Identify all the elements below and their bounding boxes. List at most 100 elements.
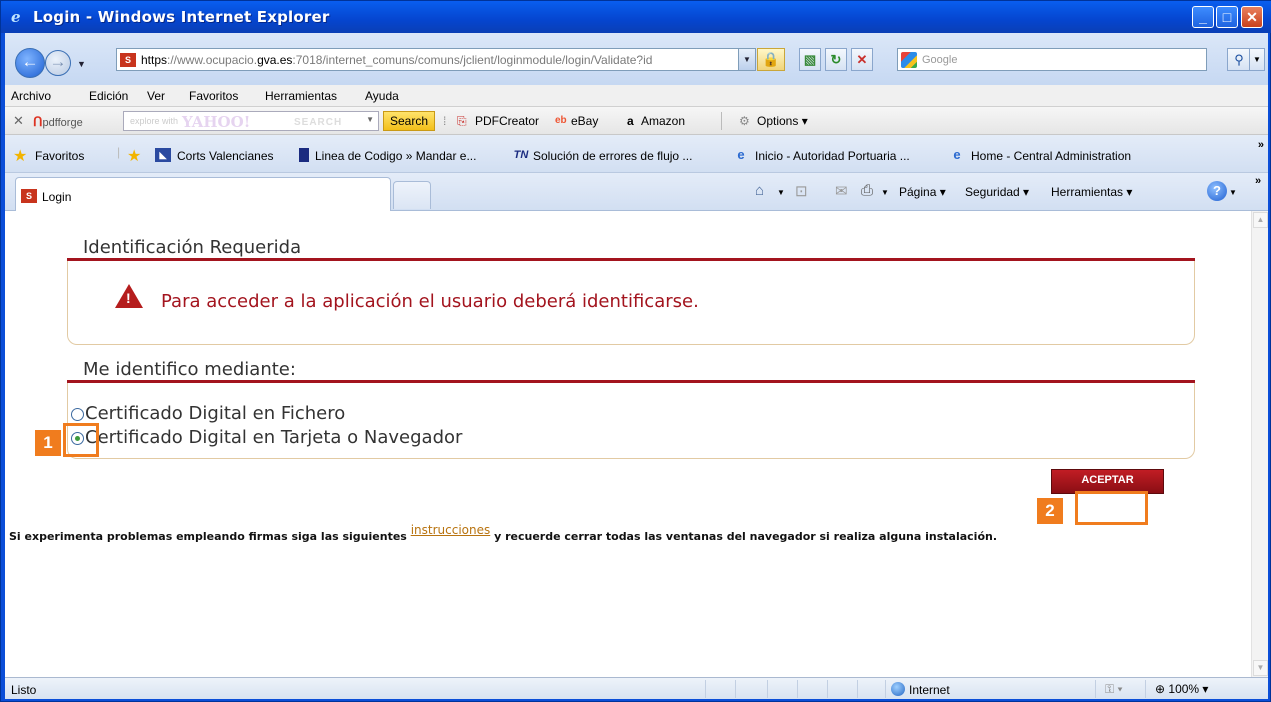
favorite-link-linea[interactable]: Linea de Codigo » Mandar e... (315, 149, 476, 163)
url-text[interactable]: https://www.ocupacio.gva.es:7018/interne… (141, 53, 652, 67)
status-divider (1145, 680, 1146, 698)
identification-title: Identificación Requerida (83, 237, 302, 258)
print-dropdown-icon[interactable]: ▼ (881, 188, 889, 197)
forward-button[interactable]: → (45, 50, 71, 76)
scroll-down-icon[interactable]: ▼ (1253, 660, 1268, 676)
favorite-link-corts[interactable]: Corts Valencianes (177, 149, 274, 163)
google-icon (901, 52, 917, 68)
title-bar: e Login - Windows Internet Explorer _ □ … (1, 1, 1271, 33)
status-divider (857, 680, 858, 698)
help-icon[interactable]: ? (1207, 181, 1227, 201)
mail-icon[interactable]: ✉ (835, 182, 848, 200)
home-dropdown-icon[interactable]: ▼ (777, 188, 785, 197)
minimize-button[interactable]: _ (1192, 6, 1214, 28)
status-divider (1095, 680, 1096, 698)
gear-icon: ⚙ (739, 114, 750, 128)
lock-icon[interactable]: 🔒 (757, 48, 785, 71)
menu-ver[interactable]: Ver (147, 89, 165, 103)
zoom-control[interactable]: ⊕ 100% ▾ (1155, 682, 1208, 696)
more-favorites-icon[interactable]: » (1258, 139, 1264, 151)
tab-favicon-icon: S (21, 189, 37, 203)
ie-page-icon: e (953, 147, 961, 162)
favorite-link-solucion[interactable]: Solución de errores de flujo ... (533, 149, 692, 163)
option-certificado-fichero-label[interactable]: Certificado Digital en Fichero (85, 403, 345, 424)
status-divider (767, 680, 768, 698)
menu-archivo[interactable]: Archivo (11, 89, 51, 103)
menu-favoritos[interactable]: Favoritos (189, 89, 238, 103)
status-divider (705, 680, 706, 698)
favorites-button[interactable]: Favoritos (35, 149, 84, 163)
menu-herramientas[interactable]: Herramientas (265, 89, 337, 103)
favorite-link-inicio[interactable]: Inicio - Autoridad Portuaria ... (755, 149, 910, 163)
page-content: Identificación Requerida ! Para acceder … (5, 211, 1268, 677)
scroll-up-icon[interactable]: ▲ (1253, 212, 1268, 228)
toolbar-grip-icon: ⁞ (443, 114, 447, 128)
linea-icon (299, 148, 309, 162)
instructions-link[interactable]: instrucciones (411, 523, 491, 537)
status-divider (735, 680, 736, 698)
page-menu[interactable]: Página ▾ (899, 185, 946, 199)
pdfcreator-button[interactable]: PDFCreator (475, 114, 539, 128)
back-button[interactable]: ← (15, 48, 45, 78)
yahoo-search-button[interactable]: Search (383, 111, 435, 131)
search-options-icon[interactable]: ▼ (1249, 48, 1265, 71)
chevron-down-icon[interactable]: ▼ (366, 115, 374, 124)
pdfforge-logo[interactable]: ᑎpdfforge (33, 114, 83, 130)
yahoo-logo: YAHOO! (182, 113, 251, 131)
favorite-link-home[interactable]: Home - Central Administration (971, 149, 1131, 163)
close-toolbar-icon[interactable]: ✕ (13, 113, 24, 129)
history-dropdown-icon[interactable]: ▼ (77, 59, 87, 69)
tab-login[interactable]: S Login (15, 177, 391, 211)
menu-bar: Archivo Edición Ver Favoritos Herramient… (5, 85, 1268, 107)
print-icon[interactable]: ⎙ (861, 182, 873, 199)
maximize-button[interactable]: □ (1216, 6, 1238, 28)
status-divider (885, 680, 886, 698)
address-bar[interactable]: S https://www.ocupacio.gva.es:7018/inter… (116, 48, 756, 71)
refresh-icon[interactable]: ↻ (825, 48, 847, 71)
feeds-icon[interactable]: ⊡ (795, 182, 808, 200)
compatibility-view-icon[interactable]: ▧ (799, 48, 821, 71)
menu-edicion[interactable]: Edición (89, 89, 128, 103)
tools-menu[interactable]: Herramientas ▾ (1051, 185, 1132, 199)
corts-icon: ◣ (155, 148, 171, 162)
step-2-badge: 2 (1037, 498, 1063, 524)
ebay-icon: eb (555, 115, 567, 126)
status-text: Listo (11, 683, 37, 697)
favorites-star-icon[interactable]: ★ (13, 146, 27, 166)
options-button[interactable]: Options ▾ (757, 114, 808, 128)
site-favicon-icon: S (120, 53, 136, 67)
warning-icon: ! (115, 284, 143, 308)
vertical-scrollbar[interactable]: ▲ ▼ (1251, 211, 1268, 677)
help-dropdown-icon[interactable]: ▼ (1229, 188, 1237, 197)
amazon-button[interactable]: Amazon (641, 114, 685, 128)
pdf-icon: ⎘ (457, 114, 467, 128)
menu-ayuda[interactable]: Ayuda (365, 89, 399, 103)
more-commands-icon[interactable]: » (1255, 175, 1261, 187)
navigation-bar: ← → ▼ S https://www.ocupacio.gva.es:7018… (5, 33, 1268, 85)
protected-mode-icon[interactable]: ⚿ ▾ (1105, 682, 1123, 697)
close-button[interactable]: ✕ (1241, 6, 1263, 28)
address-dropdown-icon[interactable]: ▼ (738, 48, 756, 71)
warning-message: Para acceder a la aplicación el usuario … (161, 291, 699, 312)
ie-logo-icon: e (11, 8, 21, 26)
security-menu[interactable]: Seguridad ▾ (965, 185, 1029, 199)
globe-icon (891, 682, 905, 696)
radio-certificado-fichero[interactable] (71, 408, 84, 421)
separator: | (117, 145, 121, 159)
status-divider (797, 680, 798, 698)
home-icon[interactable]: ⌂ (755, 182, 764, 199)
ebay-button[interactable]: eBay (571, 114, 598, 128)
stop-icon[interactable]: ✕ (851, 48, 873, 71)
option-certificado-tarjeta-label[interactable]: Certificado Digital en Tarjeta o Navegad… (85, 427, 462, 448)
ie-page-icon: e (737, 147, 745, 162)
window-title: Login - Windows Internet Explorer (33, 8, 330, 26)
new-tab-button[interactable] (393, 181, 431, 209)
search-icon[interactable]: ⚲ (1227, 48, 1251, 71)
add-favorite-icon[interactable]: ★ (127, 146, 141, 166)
pdfforge-icon: ᑎ (33, 114, 43, 129)
security-zone[interactable]: Internet (891, 682, 950, 697)
search-box[interactable]: Google (897, 48, 1207, 71)
pdfforge-toolbar: ✕ ᑎpdfforge explore with YAHOO! SEARCH ▼… (5, 107, 1268, 135)
search-placeholder: Google (922, 54, 958, 66)
yahoo-search-input[interactable]: explore with YAHOO! SEARCH ▼ (123, 111, 379, 131)
